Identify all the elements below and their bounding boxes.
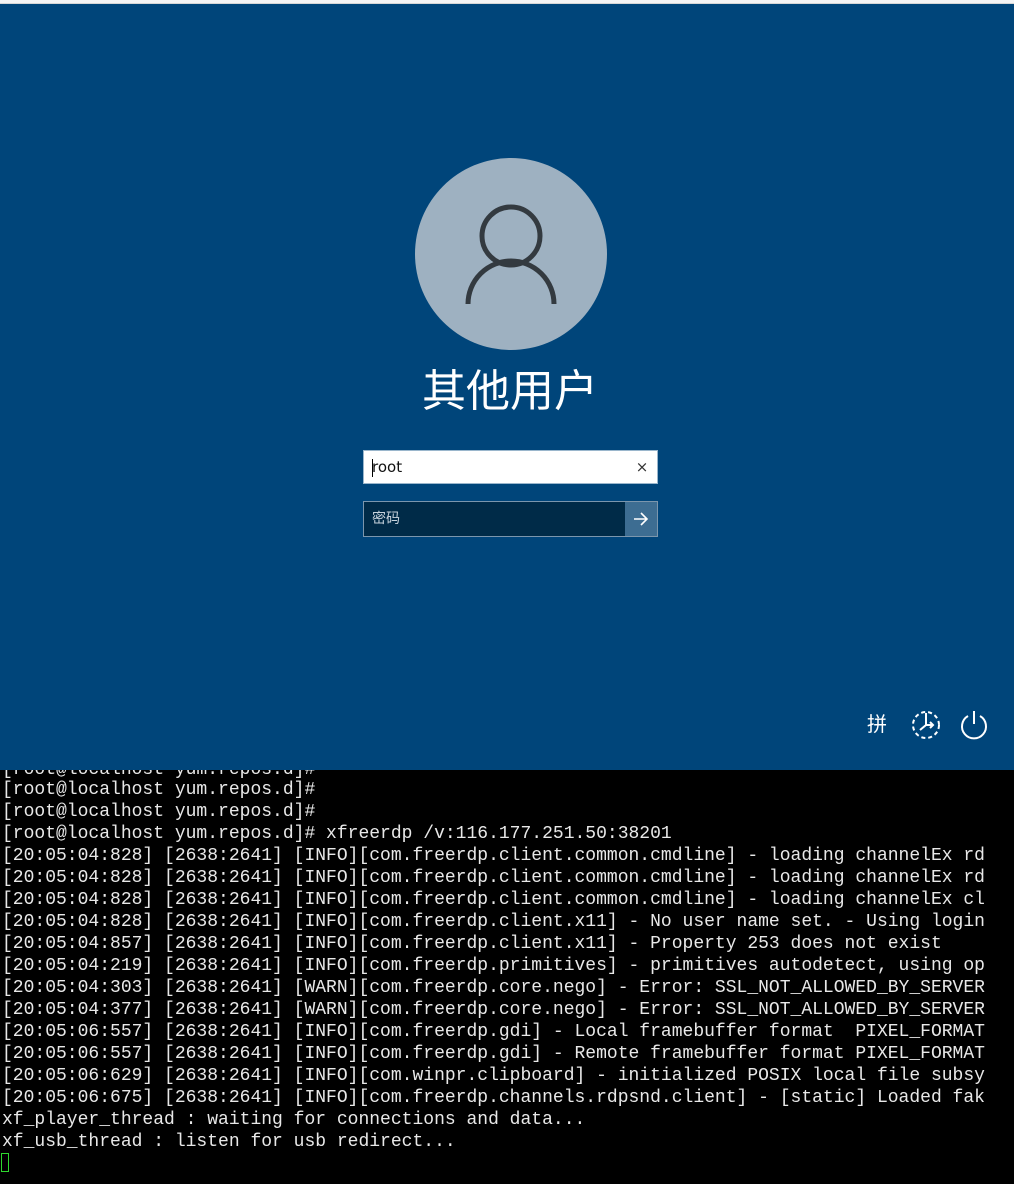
terminal-line: [20:05:06:675] [2638:2641] [INFO][com.fr… (2, 1088, 985, 1108)
terminal-line: [root@localhost yum.repos.d]# (2, 802, 316, 822)
terminal-line: [20:05:04:828] [2638:2641] [INFO][com.fr… (2, 912, 985, 932)
power-button[interactable] (958, 708, 990, 740)
terminal-line: [20:05:04:828] [2638:2641] [INFO][com.fr… (2, 868, 985, 888)
submit-button[interactable] (625, 502, 657, 536)
terminal-line: [20:05:04:828] [2638:2641] [INFO][com.fr… (2, 846, 985, 866)
terminal-line: [root@localhost yum.repos.d]# xfreerdp /… (2, 824, 672, 844)
arrow-right-icon (634, 512, 649, 526)
username-input[interactable] (372, 455, 622, 479)
terminal-line: xf_usb_thread : listen for usb redirect.… (2, 1132, 456, 1152)
terminal-line: [20:05:06:629] [2638:2641] [INFO][com.wi… (2, 1066, 985, 1086)
terminal-line: [20:05:04:219] [2638:2641] [INFO][com.fr… (2, 956, 985, 976)
terminal-window[interactable]: [root@localhost yum.repos.d]# [root@loca… (0, 770, 1014, 1184)
terminal-line: [20:05:04:857] [2638:2641] [INFO][com.fr… (2, 934, 942, 954)
terminal-line: [20:05:04:303] [2638:2641] [WARN][com.fr… (2, 978, 985, 998)
ime-button[interactable]: 拼 (864, 711, 890, 737)
user-display-name: 其他用户 (422, 366, 598, 417)
user-avatar (415, 158, 607, 350)
text-caret (372, 459, 373, 477)
username-field[interactable]: × (363, 450, 658, 484)
power-icon (961, 711, 987, 740)
ease-of-access-icon (912, 711, 940, 739)
person-icon (465, 204, 557, 305)
password-input[interactable] (372, 508, 622, 530)
terminal-line: [20:05:04:828] [2638:2641] [INFO][com.fr… (2, 890, 985, 910)
terminal-line: [20:05:06:557] [2638:2641] [INFO][com.fr… (2, 1022, 985, 1042)
terminal-line: [20:05:04:377] [2638:2641] [WARN][com.fr… (2, 1000, 985, 1020)
window-top-edge (0, 0, 1014, 4)
terminal-line: [20:05:06:557] [2638:2641] [INFO][com.fr… (2, 1044, 985, 1064)
terminal-line: [root@localhost yum.repos.d]# (2, 780, 316, 800)
rdp-lock-screen: 其他用户 × 拼 (0, 0, 1014, 770)
terminal-cursor (1, 1153, 9, 1172)
clear-icon[interactable]: × (633, 458, 651, 476)
ease-of-access-button[interactable] (910, 708, 942, 740)
terminal-line: xf_player_thread : waiting for connectio… (2, 1110, 586, 1130)
password-field[interactable] (363, 501, 658, 537)
